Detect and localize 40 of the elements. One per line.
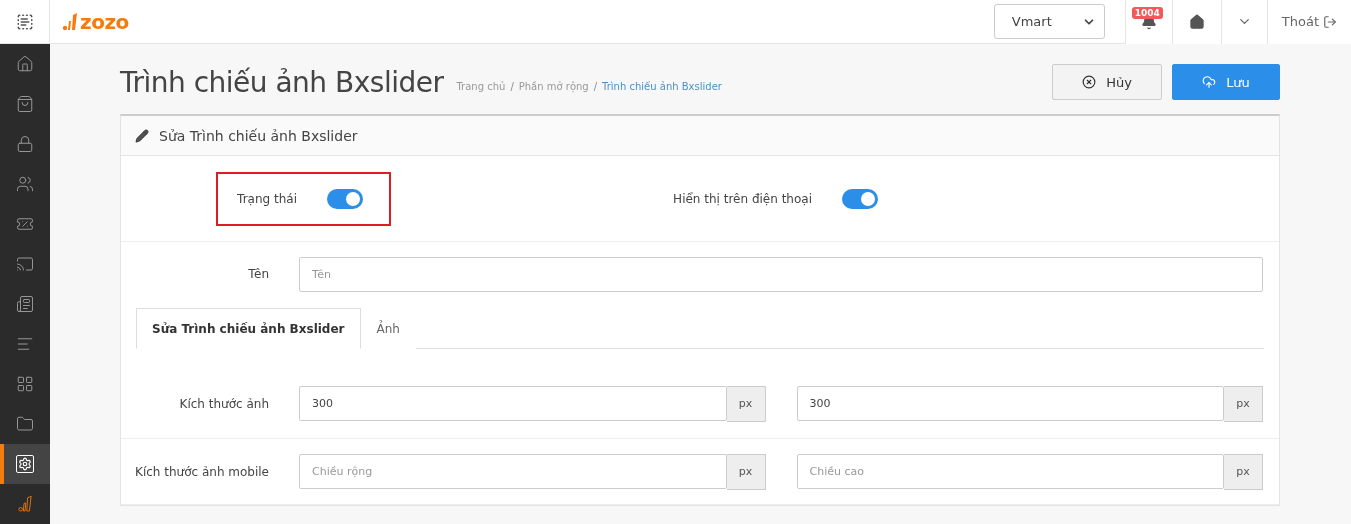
- breadcrumb-separator: /: [510, 80, 514, 92]
- field-label: Kích thước ảnh mobile: [134, 464, 270, 479]
- size-field[interactable]: 300: [796, 385, 1224, 421]
- size-field[interactable]: 300: [299, 385, 727, 421]
- logo-text: zozo: [80, 9, 129, 34]
- notification-button[interactable]: 1004: [1124, 0, 1172, 44]
- cloud-icon: [1202, 75, 1217, 89]
- home-icon: [1188, 13, 1205, 30]
- breadcrumb-separator: /: [593, 80, 598, 92]
- sidebar-item[interactable]: [0, 444, 50, 484]
- logout-icon: [1323, 14, 1337, 29]
- size-field[interactable]: Chiều cao: [796, 453, 1224, 489]
- logout-button[interactable]: Thoát: [1266, 0, 1351, 44]
- toggle-label: Hiển thị trên điện thoại: [673, 191, 812, 206]
- store-select[interactable]: Vmart: [993, 4, 1105, 39]
- settings-icon: [16, 455, 34, 473]
- toggle-switch[interactable]: [842, 188, 878, 209]
- toggle-switch[interactable]: [327, 188, 363, 209]
- unit-addon: px: [726, 385, 766, 422]
- notification-count: 1004: [1131, 6, 1163, 19]
- home-button[interactable]: [1171, 0, 1221, 44]
- name-field[interactable]: Tên: [299, 256, 1263, 292]
- cancel-button[interactable]: Hủy: [1052, 64, 1162, 100]
- unit-addon: px: [1224, 453, 1263, 490]
- unit-addon: px: [726, 453, 766, 490]
- field-label: Tên: [247, 267, 270, 281]
- page-title: Trình chiếu ảnh Bxslider: [120, 65, 444, 99]
- pencil-icon: [135, 128, 149, 143]
- save-button[interactable]: Lưu: [1172, 64, 1280, 100]
- field-label: Kích thước ảnh: [178, 396, 270, 411]
- unit-addon: px: [1224, 385, 1263, 422]
- logo-icon: [62, 12, 78, 31]
- breadcrumb-link[interactable]: Trình chiếu ảnh Bxslider: [602, 80, 722, 92]
- card-title: Sửa Trình chiếu ảnh Bxslider: [159, 127, 358, 144]
- menu-button[interactable]: [0, 0, 50, 44]
- close-icon: [1082, 75, 1097, 89]
- toggle-label: Trạng thái: [237, 191, 297, 206]
- logo-icon: [18, 496, 32, 512]
- size-field[interactable]: Chiều rộng: [299, 453, 727, 489]
- tab[interactable]: Sửa Trình chiếu ảnh Bxslider: [136, 308, 361, 349]
